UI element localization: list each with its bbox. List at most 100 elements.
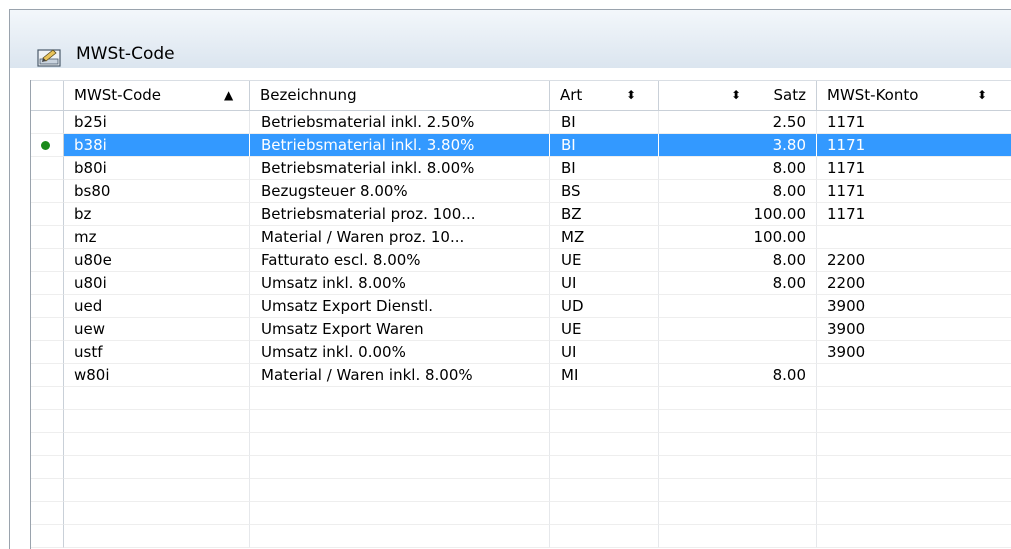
cell-art[interactable]: BI bbox=[550, 111, 659, 134]
cell-mwst-konto[interactable]: 1171 bbox=[817, 203, 1011, 226]
cell-bezeichnung[interactable]: Material / Waren proz. 10... bbox=[250, 226, 550, 249]
table-row[interactable]: u80i Umsatz inkl. 8.00% UI 8.00 2200 bbox=[31, 272, 1011, 295]
table-row[interactable]: ued Umsatz Export Dienstl. UD 3900 bbox=[31, 295, 1011, 318]
cell-art[interactable]: MI bbox=[550, 364, 659, 387]
cell-mwst-konto[interactable]: 3900 bbox=[817, 341, 1011, 364]
cell-art[interactable] bbox=[550, 410, 659, 433]
cell-bezeichnung[interactable]: Betriebsmaterial inkl. 2.50% bbox=[250, 111, 550, 134]
cell-mwst-code[interactable]: b80i bbox=[64, 157, 250, 180]
table-row[interactable] bbox=[31, 525, 1011, 548]
cell-mwst-code[interactable]: u80e bbox=[64, 249, 250, 272]
cell-art[interactable]: UE bbox=[550, 249, 659, 272]
cell-mwst-konto[interactable] bbox=[817, 364, 1011, 387]
cell-mwst-code[interactable]: b25i bbox=[64, 111, 250, 134]
cell-satz[interactable] bbox=[659, 295, 817, 318]
cell-art[interactable]: BI bbox=[550, 134, 659, 157]
cell-satz[interactable]: 2.50 bbox=[659, 111, 817, 134]
cell-mwst-konto[interactable]: 1171 bbox=[817, 157, 1011, 180]
table-row[interactable]: b38i Betriebsmaterial inkl. 3.80% BI 3.80 11… bbox=[31, 134, 1011, 157]
cell-bezeichnung[interactable]: Betriebsmaterial inkl. 8.00% bbox=[250, 157, 550, 180]
cell-mwst-code[interactable]: uew bbox=[64, 318, 250, 341]
table-row[interactable]: u80e Fatturato escl. 8.00% UE 8.00 2200 bbox=[31, 249, 1011, 272]
cell-satz[interactable]: 8.00 bbox=[659, 249, 817, 272]
cell-mwst-code[interactable] bbox=[64, 410, 250, 433]
column-header-mwst-konto[interactable]: MWSt-Konto ⬍ bbox=[817, 81, 1011, 110]
cell-bezeichnung[interactable]: Material / Waren inkl. 8.00% bbox=[250, 364, 550, 387]
cell-bezeichnung[interactable]: Umsatz Export Waren bbox=[250, 318, 550, 341]
cell-bezeichnung[interactable]: Betriebsmaterial inkl. 3.80% bbox=[250, 134, 550, 157]
cell-art[interactable]: MZ bbox=[550, 226, 659, 249]
table-row[interactable] bbox=[31, 433, 1011, 456]
table-row[interactable] bbox=[31, 387, 1011, 410]
cell-mwst-code[interactable]: ustf bbox=[64, 341, 250, 364]
cell-mwst-code[interactable] bbox=[64, 479, 250, 502]
cell-satz[interactable]: 8.00 bbox=[659, 272, 817, 295]
cell-satz[interactable]: 8.00 bbox=[659, 364, 817, 387]
cell-art[interactable] bbox=[550, 433, 659, 456]
cell-satz[interactable] bbox=[659, 456, 817, 479]
column-header-bezeichnung[interactable]: Bezeichnung bbox=[250, 81, 550, 110]
cell-art[interactable]: BZ bbox=[550, 203, 659, 226]
cell-mwst-konto[interactable] bbox=[817, 525, 1011, 548]
table-row[interactable]: ustf Umsatz inkl. 0.00% UI 3900 bbox=[31, 341, 1011, 364]
cell-mwst-code[interactable] bbox=[64, 502, 250, 525]
cell-art[interactable] bbox=[550, 525, 659, 548]
cell-satz[interactable]: 3.80 bbox=[659, 134, 817, 157]
cell-bezeichnung[interactable] bbox=[250, 410, 550, 433]
cell-bezeichnung[interactable]: Fatturato escl. 8.00% bbox=[250, 249, 550, 272]
table-row[interactable] bbox=[31, 410, 1011, 433]
cell-satz[interactable]: 8.00 bbox=[659, 157, 817, 180]
table-row[interactable]: b80i Betriebsmaterial inkl. 8.00% BI 8.00 11… bbox=[31, 157, 1011, 180]
cell-mwst-code[interactable]: mz bbox=[64, 226, 250, 249]
cell-bezeichnung[interactable]: Bezugsteuer 8.00% bbox=[250, 180, 550, 203]
column-header-art[interactable]: Art ⬍ bbox=[550, 81, 659, 110]
cell-art[interactable] bbox=[550, 479, 659, 502]
cell-mwst-konto[interactable]: 3900 bbox=[817, 295, 1011, 318]
cell-satz[interactable] bbox=[659, 502, 817, 525]
cell-satz[interactable] bbox=[659, 387, 817, 410]
table-row[interactable] bbox=[31, 502, 1011, 525]
cell-satz[interactable] bbox=[659, 318, 817, 341]
cell-mwst-code[interactable]: ued bbox=[64, 295, 250, 318]
cell-mwst-konto[interactable]: 1171 bbox=[817, 111, 1011, 134]
cell-art[interactable] bbox=[550, 502, 659, 525]
cell-bezeichnung[interactable] bbox=[250, 387, 550, 410]
cell-bezeichnung[interactable] bbox=[250, 433, 550, 456]
cell-mwst-code[interactable]: w80i bbox=[64, 364, 250, 387]
cell-bezeichnung[interactable] bbox=[250, 502, 550, 525]
cell-art[interactable] bbox=[550, 456, 659, 479]
cell-art[interactable]: UD bbox=[550, 295, 659, 318]
cell-art[interactable]: BS bbox=[550, 180, 659, 203]
cell-mwst-code[interactable]: b38i bbox=[64, 134, 250, 157]
cell-bezeichnung[interactable] bbox=[250, 525, 550, 548]
table-row[interactable]: w80i Material / Waren inkl. 8.00% MI 8.00 bbox=[31, 364, 1011, 387]
cell-bezeichnung[interactable]: Umsatz inkl. 8.00% bbox=[250, 272, 550, 295]
column-header-mwst-code[interactable]: MWSt-Code ▲ bbox=[64, 81, 250, 110]
cell-art[interactable]: BI bbox=[550, 157, 659, 180]
table-row[interactable] bbox=[31, 456, 1011, 479]
table-row[interactable]: bz Betriebsmaterial proz. 100... BZ 100.00 1… bbox=[31, 203, 1011, 226]
cell-satz[interactable] bbox=[659, 341, 817, 364]
cell-bezeichnung[interactable] bbox=[250, 456, 550, 479]
cell-mwst-code[interactable] bbox=[64, 456, 250, 479]
title-bar[interactable]: MWSt-Code bbox=[10, 10, 1011, 68]
cell-mwst-konto[interactable] bbox=[817, 226, 1011, 249]
cell-satz[interactable]: 100.00 bbox=[659, 226, 817, 249]
column-header-satz[interactable]: ⬍ Satz bbox=[659, 81, 817, 110]
cell-mwst-konto[interactable]: 1171 bbox=[817, 134, 1011, 157]
cell-mwst-code[interactable] bbox=[64, 525, 250, 548]
cell-satz[interactable]: 100.00 bbox=[659, 203, 817, 226]
cell-bezeichnung[interactable]: Umsatz Export Dienstl. bbox=[250, 295, 550, 318]
cell-mwst-konto[interactable] bbox=[817, 456, 1011, 479]
cell-art[interactable]: UE bbox=[550, 318, 659, 341]
table-row[interactable]: b25i Betriebsmaterial inkl. 2.50% BI 2.50 11… bbox=[31, 111, 1011, 134]
cell-mwst-code[interactable] bbox=[64, 433, 250, 456]
cell-mwst-konto[interactable]: 1171 bbox=[817, 180, 1011, 203]
cell-satz[interactable] bbox=[659, 433, 817, 456]
cell-mwst-konto[interactable] bbox=[817, 387, 1011, 410]
cell-mwst-code[interactable] bbox=[64, 387, 250, 410]
cell-bezeichnung[interactable] bbox=[250, 479, 550, 502]
cell-satz[interactable]: 8.00 bbox=[659, 180, 817, 203]
cell-mwst-konto[interactable]: 3900 bbox=[817, 318, 1011, 341]
cell-mwst-konto[interactable] bbox=[817, 433, 1011, 456]
